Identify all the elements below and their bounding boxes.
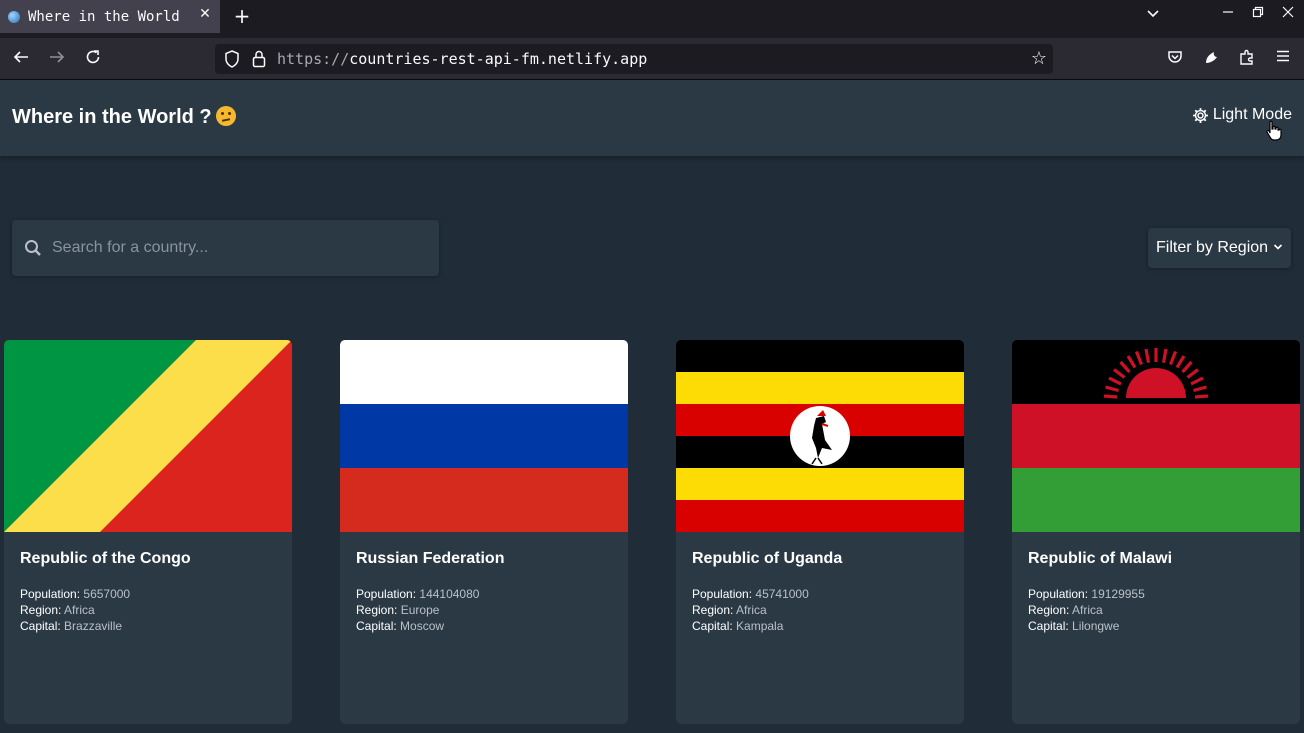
back-arrow-icon[interactable] [10,48,32,72]
population-row: Population: 144104080 [356,586,612,602]
population-row: Population: 5657000 [20,586,276,602]
region-value: Europe [400,603,440,617]
pocket-icon[interactable] [1164,48,1186,70]
region-label: Region: [692,603,734,617]
url-host: countries-rest-api-fm.netlify.app [349,50,648,68]
country-name: Republic of Uganda [692,550,843,567]
app-header: Where in the World ? Light Mode [0,80,1304,156]
region-row: Region: Europe [356,602,612,618]
country-card[interactable]: Republic of Malawi Population: 19129955 … [1012,340,1300,724]
russia-flag [340,340,628,532]
capital-value: Brazzaville [64,619,123,633]
page-title-text: Where in the World ? [12,106,212,128]
malawi-flag [1012,340,1300,532]
browser-tab-strip: Where in the World ✕ + [0,0,1304,38]
region-filter-select[interactable]: Filter by Region [1148,228,1291,268]
region-row: Region: Africa [1028,602,1284,618]
population-value: 5657000 [83,587,131,601]
restore-icon[interactable] [1248,6,1268,22]
lock-icon[interactable] [251,49,267,69]
capital-row: Capital: Moscow [356,618,612,634]
capital-value: Kampala [736,619,784,633]
new-tab-icon[interactable]: + [232,5,252,27]
extension-paw-icon[interactable] [1200,48,1222,70]
population-value: 19129955 [1091,587,1145,601]
region-value: Africa [736,603,767,617]
country-name: Republic of Malawi [1028,550,1173,567]
search-icon [25,240,41,256]
population-label: Population: [20,587,81,601]
capital-row: Capital: Lilongwe [1028,618,1284,634]
url-scheme: https:// [277,50,350,68]
country-card[interactable]: Republic of Uganda Population: 45741000 … [676,340,964,724]
chevron-down-icon [1273,244,1283,250]
population-value: 144104080 [419,587,480,601]
country-name: Russian Federation [356,550,505,567]
list-tabs-icon[interactable] [1143,6,1163,24]
country-name: Republic of the Congo [20,550,191,567]
region-row: Region: Africa [692,602,948,618]
capital-label: Capital: [1028,619,1069,633]
population-row: Population: 19129955 [1028,586,1284,602]
forward-arrow-icon[interactable] [46,48,68,72]
bookmark-star-icon[interactable]: ☆ [1031,48,1047,69]
capital-value: Lilongwe [1072,619,1120,633]
capital-row: Capital: Brazzaville [20,618,276,634]
tab-title: Where in the World [28,8,180,25]
browser-tab[interactable]: Where in the World ✕ [0,0,220,33]
congo-flag [4,340,292,532]
thinking-face-icon [215,106,236,126]
shield-icon[interactable] [223,49,241,69]
hamburger-menu-icon[interactable] [1272,48,1294,70]
capital-label: Capital: [356,619,397,633]
minimize-icon[interactable] [1218,6,1238,22]
country-card[interactable]: Republic of the Congo Population: 565700… [4,340,292,724]
capital-label: Capital: [692,619,733,633]
page-title: Where in the World ? [12,106,236,129]
uganda-flag [676,340,964,532]
tab-close-icon[interactable]: ✕ [196,6,214,22]
capital-row: Capital: Kampala [692,618,948,634]
region-label: Region: [1028,603,1070,617]
reload-icon[interactable] [82,48,104,72]
globe-favicon-icon [8,10,20,23]
url-bar[interactable]: https://countries-rest-api-fm.netlify.ap… [215,44,1053,74]
search-input[interactable] [52,220,432,276]
region-label: Region: [20,603,62,617]
capital-label: Capital: [20,619,61,633]
url-text[interactable]: https://countries-rest-api-fm.netlify.ap… [277,50,647,68]
browser-toolbar: https://countries-rest-api-fm.netlify.ap… [0,38,1304,80]
capital-value: Moscow [400,619,445,633]
hand-cursor-icon [1266,120,1282,141]
population-label: Population: [692,587,753,601]
gear-icon [1192,107,1208,123]
population-label: Population: [1028,587,1089,601]
close-window-icon[interactable] [1278,6,1298,22]
region-value: Africa [1072,603,1103,617]
population-label: Population: [356,587,417,601]
search-box[interactable] [12,220,439,276]
region-value: Africa [64,603,95,617]
population-value: 45741000 [755,587,809,601]
region-filter-label: Filter by Region [1156,239,1269,256]
region-row: Region: Africa [20,602,276,618]
country-card[interactable]: Russian Federation Population: 144104080… [340,340,628,724]
extensions-puzzle-icon[interactable] [1236,48,1258,70]
region-label: Region: [356,603,398,617]
population-row: Population: 45741000 [692,586,948,602]
